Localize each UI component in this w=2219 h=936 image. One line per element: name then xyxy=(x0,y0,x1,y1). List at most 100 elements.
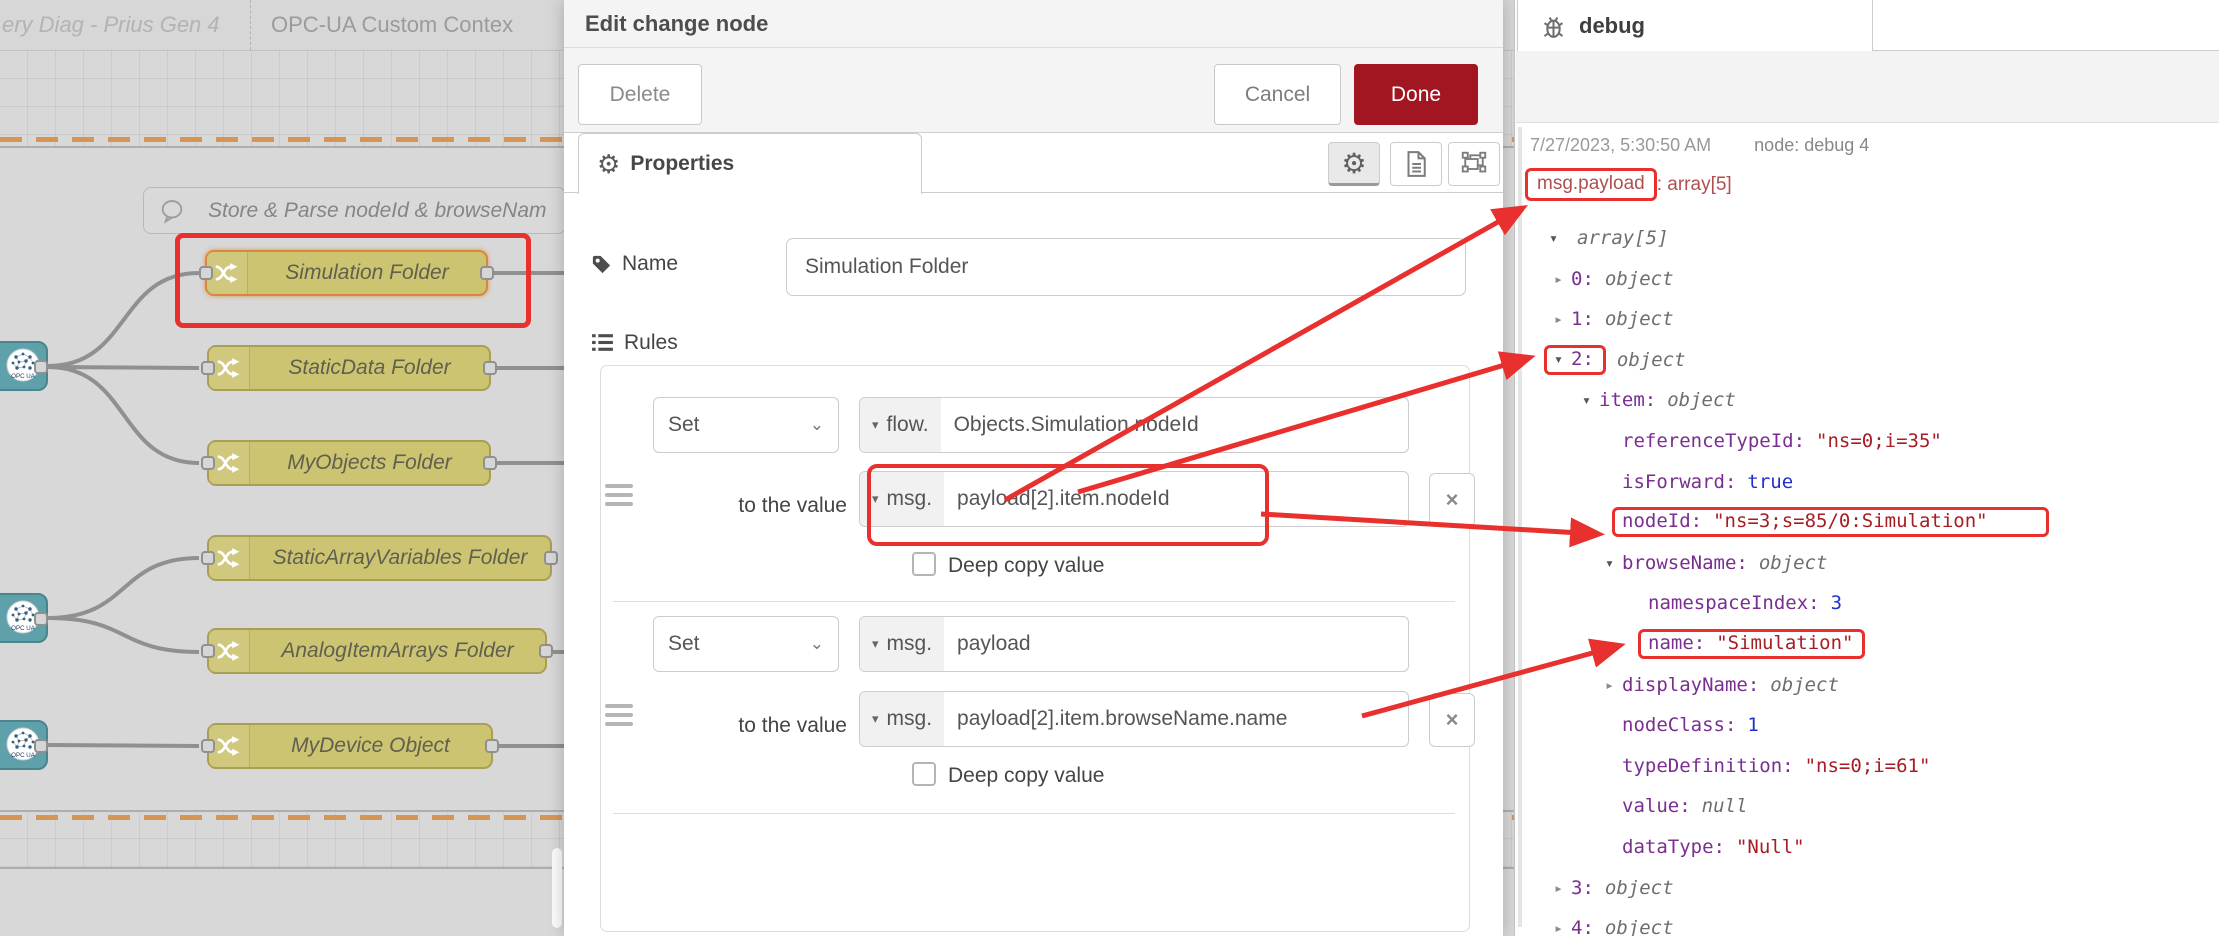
name-input[interactable] xyxy=(786,238,1466,296)
rule2-deep-copy-checkbox[interactable] xyxy=(912,762,936,786)
rule2-value-type[interactable]: ▾ msg. xyxy=(860,692,944,746)
node-output-port[interactable] xyxy=(539,644,553,658)
properties-view-button[interactable]: ⚙ xyxy=(1328,142,1380,186)
done-button[interactable]: Done xyxy=(1354,64,1478,125)
debug-tree-row[interactable]: ▸3:object xyxy=(1554,868,1674,908)
opcua-node[interactable]: OPC UA xyxy=(0,593,48,643)
rule1-value-field[interactable]: ▾ msg. payload[2].item.nodeId xyxy=(859,471,1409,527)
rule2-action-select[interactable]: Set ⌄ xyxy=(653,616,839,672)
appearance-view-button[interactable] xyxy=(1448,142,1500,186)
node-input-port[interactable] xyxy=(201,739,215,753)
tree-value: "Null" xyxy=(1736,836,1805,858)
debug-tree-row[interactable]: name:"Simulation" xyxy=(1648,624,1865,664)
tag-icon xyxy=(590,253,613,276)
debug-tree-row[interactable]: isForward:true xyxy=(1622,462,1793,502)
rule1-deep-copy-checkbox[interactable] xyxy=(912,552,936,576)
debug-tree-row[interactable]: nodeClass:1 xyxy=(1622,705,1759,745)
tree-toggle-icon[interactable]: ▸ xyxy=(1554,879,1571,897)
tree-toggle-icon[interactable]: ▸ xyxy=(1605,676,1622,694)
rule2-delete-button[interactable]: × xyxy=(1429,693,1475,747)
debug-message-list[interactable]: 7/27/2023, 5:30:50 AM node: debug 4 msg.… xyxy=(1516,123,2219,936)
tree-toggle-icon[interactable]: ▾ xyxy=(1605,554,1622,572)
tree-toggle-icon[interactable]: ▾ xyxy=(1549,229,1566,247)
caret-down-icon: ▾ xyxy=(872,417,879,433)
tab-properties[interactable]: ⚙ Properties xyxy=(578,133,922,194)
wire[interactable] xyxy=(48,558,199,618)
rule1-target-field[interactable]: ▾ flow. Objects.Simulation.nodeId xyxy=(859,397,1409,453)
debug-tree-row[interactable]: ▸1:object xyxy=(1554,299,1674,339)
wire[interactable] xyxy=(48,745,199,746)
debug-tree-row[interactable]: ▾2:object xyxy=(1554,340,1686,380)
cancel-button[interactable]: Cancel xyxy=(1214,64,1341,125)
wire[interactable] xyxy=(48,618,199,652)
rule2-target-type[interactable]: ▾ msg. xyxy=(860,617,944,671)
wire[interactable] xyxy=(48,273,199,366)
rule-divider xyxy=(613,813,1455,814)
comment-node[interactable]: Store & Parse nodeId & browseNam xyxy=(143,187,566,234)
rule2-value-field[interactable]: ▾ msg. payload[2].item.browseName.name xyxy=(859,691,1409,747)
canvas-scrollbar-thumb[interactable] xyxy=(552,848,562,928)
node-input-port[interactable] xyxy=(201,644,215,658)
node-output-port[interactable] xyxy=(485,739,499,753)
debug-tree-row[interactable]: ▾browseName:object xyxy=(1605,543,1827,583)
dialog-tab-row: ⚙ Properties ⚙ xyxy=(564,133,1503,193)
delete-button[interactable]: Delete xyxy=(578,64,702,125)
flow-node-change[interactable]: MyObjects Folder xyxy=(207,440,491,486)
tree-value: true xyxy=(1747,471,1793,493)
rule1-drag-handle[interactable] xyxy=(605,484,633,506)
tab-debug[interactable]: debug xyxy=(1517,0,1873,52)
node-input-port[interactable] xyxy=(201,456,215,470)
tree-toggle-icon[interactable]: ▸ xyxy=(1554,310,1571,328)
debug-tree-row[interactable]: ▸4:object xyxy=(1554,908,1674,936)
node-output-port[interactable] xyxy=(34,360,48,374)
debug-tree-row[interactable]: nodeId:"ns=3;s=85/0:Simulation" xyxy=(1622,502,2049,542)
tree-key: 1: xyxy=(1571,308,1594,330)
flow-node-change[interactable]: Simulation Folder xyxy=(205,250,488,296)
opcua-node[interactable]: OPC UA xyxy=(0,341,48,391)
rule1-target-type[interactable]: ▾ flow. xyxy=(860,398,941,452)
tree-toggle-icon[interactable]: ▾ xyxy=(1554,350,1571,368)
node-input-port[interactable] xyxy=(199,266,213,280)
rule1-value-type[interactable]: ▾ msg. xyxy=(860,472,944,526)
debug-tree-row[interactable]: referenceTypeId:"ns=0;i=35" xyxy=(1622,421,1942,461)
debug-tree-row[interactable]: ▸0:object xyxy=(1554,259,1674,299)
debug-tree-row[interactable]: ▾item:object xyxy=(1582,380,1736,420)
rule1-delete-button[interactable]: × xyxy=(1429,473,1475,527)
tree-value: "ns=0;i=61" xyxy=(1805,755,1931,777)
tree-toggle-icon[interactable]: ▾ xyxy=(1582,391,1599,409)
rule2-target-field[interactable]: ▾ msg. payload xyxy=(859,616,1409,672)
tree-value: "ns=3;s=85/0:Simulation" xyxy=(1713,510,1988,532)
document-icon xyxy=(1401,149,1431,179)
wire[interactable] xyxy=(48,367,199,368)
flow-node-label: StaticArrayVariables Folder xyxy=(250,546,550,570)
node-input-port[interactable] xyxy=(201,551,215,565)
rule1-target-value: Objects.Simulation.nodeId xyxy=(941,398,1199,452)
node-output-port[interactable] xyxy=(34,739,48,753)
debug-tree-row[interactable]: value:null xyxy=(1622,786,1747,826)
node-output-port[interactable] xyxy=(483,456,497,470)
node-output-port[interactable] xyxy=(34,612,48,626)
description-view-button[interactable] xyxy=(1390,142,1442,186)
node-input-port[interactable] xyxy=(201,361,215,375)
tree-value: object xyxy=(1617,349,1686,371)
debug-tree-row[interactable]: ▸displayName:object xyxy=(1605,665,1839,705)
flow-node-change[interactable]: AnalogItemArrays Folder xyxy=(207,628,547,674)
debug-tree-row[interactable]: typeDefinition:"ns=0;i=61" xyxy=(1622,746,1930,786)
tree-toggle-icon[interactable]: ▸ xyxy=(1554,270,1571,288)
flow-node-change[interactable]: StaticData Folder xyxy=(207,345,491,391)
debug-tree-row[interactable]: ▾array[5] xyxy=(1549,218,1669,258)
node-output-port[interactable] xyxy=(483,361,497,375)
shuffle-icon xyxy=(216,639,243,663)
flow-node-change[interactable]: StaticArrayVariables Folder xyxy=(207,535,552,581)
flow-node-change[interactable]: MyDevice Object xyxy=(207,723,493,769)
debug-tree-row[interactable]: namespaceIndex:3 xyxy=(1648,583,1842,623)
debug-tree-row[interactable]: dataType:"Null" xyxy=(1622,827,1805,867)
node-output-port[interactable] xyxy=(544,551,558,565)
node-output-port[interactable] xyxy=(480,266,494,280)
opcua-node[interactable]: OPC UA xyxy=(0,720,48,770)
tree-toggle-icon[interactable]: ▸ xyxy=(1554,919,1571,936)
wire[interactable] xyxy=(48,367,199,463)
rule2-drag-handle[interactable] xyxy=(605,704,633,726)
tree-key: value: xyxy=(1622,795,1691,817)
rule1-action-select[interactable]: Set ⌄ xyxy=(653,397,839,453)
